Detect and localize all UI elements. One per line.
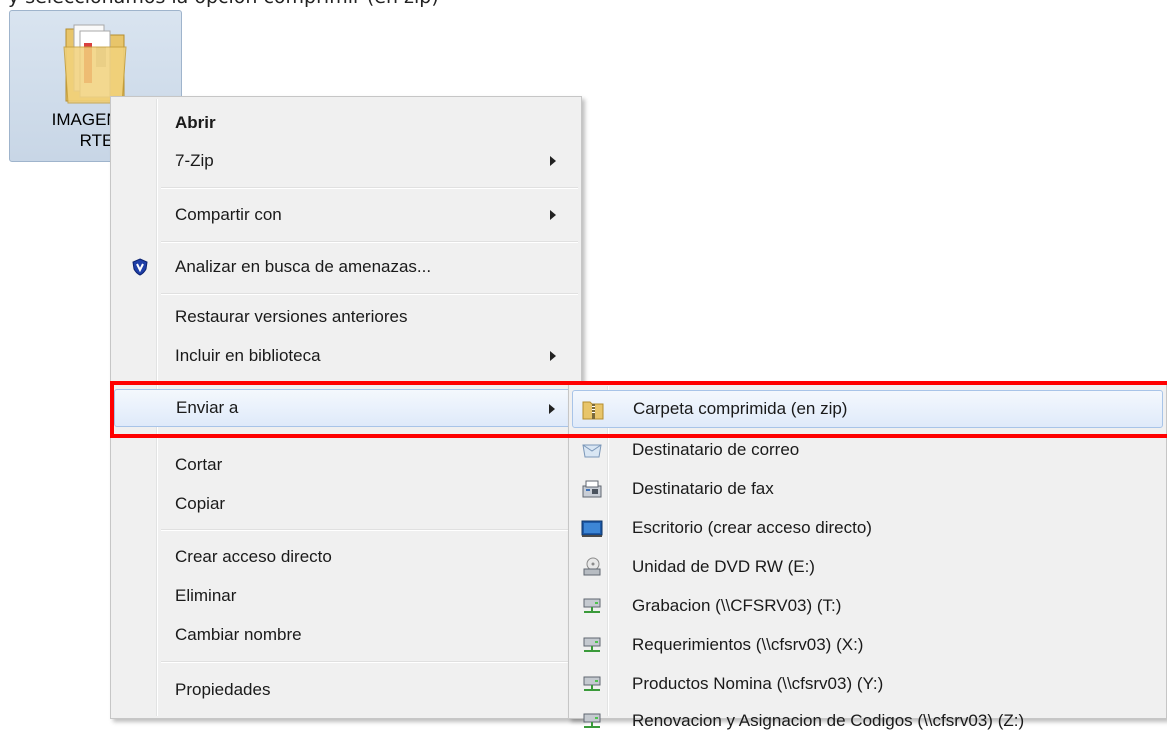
submenu-item-label: Grabacion (\\CFSRV03) (T:) [632,596,842,615]
network-drive-icon [583,598,601,613]
submenu-item-grabacion[interactable]: Grabacion (\\CFSRV03) (T:) [572,587,1163,625]
top-caption: y seleccionamos la opción comprimir (en … [8,0,439,8]
menu-item-7zip[interactable]: 7-Zip [114,142,578,180]
submenu-item-renovacion[interactable]: Renovacion y Asignacion de Codigos (\\cf… [572,702,1163,740]
menu-separator [161,661,578,663]
menu-item-label: 7-Zip [175,151,214,170]
menu-item-label: Restaurar versiones anteriores [175,307,408,326]
menu-item-abrir[interactable]: Abrir [114,104,578,142]
menu-item-label: Propiedades [175,680,271,699]
zip-folder-icon [582,401,604,420]
submenu-arrow-icon [550,156,556,166]
folder-icon [63,24,127,104]
submenu-item-destinatario-correo[interactable]: Destinatario de correo [572,431,1163,469]
menu-item-cambiar-nombre[interactable]: Cambiar nombre [114,616,578,654]
submenu-arrow-icon [549,404,555,414]
submenu-item-label: Unidad de DVD RW (E:) [632,557,815,576]
shield-icon [132,258,148,276]
menu-item-crear-acceso-directo[interactable]: Crear acceso directo [114,538,578,576]
menu-item-label: Analizar en busca de amenazas... [175,257,432,276]
menu-separator [161,187,578,189]
menu-item-restaurar-versiones[interactable]: Restaurar versiones anteriores [114,298,578,336]
menu-item-label: Cortar [175,455,223,474]
submenu-item-escritorio[interactable]: Escritorio (crear acceso directo) [572,509,1163,547]
submenu-arrow-icon [550,210,556,220]
menu-item-cortar[interactable]: Cortar [114,446,578,484]
dvd-drive-icon [583,557,601,576]
submenu-item-label: Renovacion y Asignacion de Codigos (\\cf… [632,711,1025,730]
menu-separator [161,293,578,295]
menu-item-label: Enviar a [176,398,239,417]
menu-item-label: Copiar [175,494,226,513]
menu-item-label: Incluir en biblioteca [175,346,321,365]
menu-item-analizar-amenazas[interactable]: Analizar en busca de amenazas... [114,248,578,286]
submenu-item-label: Requerimientos (\\cfsrv03) (X:) [632,635,864,654]
submenu-item-label: Destinatario de fax [632,479,774,498]
menu-item-label: Cambiar nombre [175,625,302,644]
submenu-item-label: Escritorio (crear acceso directo) [632,518,872,537]
menu-separator [161,381,578,383]
menu-item-label: Eliminar [175,586,237,605]
submenu-item-carpeta-comprimida[interactable]: Carpeta comprimida (en zip) [572,390,1163,428]
menu-separator [161,241,578,243]
menu-separator [161,434,578,436]
menu-item-enviar-a[interactable]: Enviar a [114,389,578,427]
menu-item-label: Abrir [175,113,216,132]
desktop-icon [581,520,603,537]
menu-item-copiar[interactable]: Copiar [114,485,578,523]
network-drive-icon [583,713,601,728]
menu-item-label: Crear acceso directo [175,547,332,566]
submenu-item-productos-nomina[interactable]: Productos Nomina (\\cfsrv03) (Y:) [572,665,1163,703]
mail-icon [582,444,602,458]
menu-item-incluir-biblioteca[interactable]: Incluir en biblioteca [114,337,578,375]
network-drive-icon [583,637,601,652]
submenu-item-label: Carpeta comprimida (en zip) [633,399,848,418]
submenu-item-label: Productos Nomina (\\cfsrv03) (Y:) [632,674,884,693]
menu-item-label: Compartir con [175,205,282,224]
menu-separator [161,529,578,531]
menu-item-compartir-con[interactable]: Compartir con [114,196,578,234]
fax-icon [582,480,602,498]
submenu-item-destinatario-fax[interactable]: Destinatario de fax [572,470,1163,508]
context-menu: Abrir 7-Zip Compartir con Analizar en bu… [110,96,582,719]
submenu-item-requerimientos[interactable]: Requerimientos (\\cfsrv03) (X:) [572,626,1163,664]
send-to-submenu: Carpeta comprimida (en zip) Destinatario… [568,383,1167,730]
menu-item-eliminar[interactable]: Eliminar [114,577,578,615]
menu-item-propiedades[interactable]: Propiedades [114,671,578,709]
network-drive-icon [583,676,601,691]
submenu-arrow-icon [550,351,556,361]
submenu-item-unidad-dvd[interactable]: Unidad de DVD RW (E:) [572,548,1163,586]
submenu-item-label: Destinatario de correo [632,440,800,459]
